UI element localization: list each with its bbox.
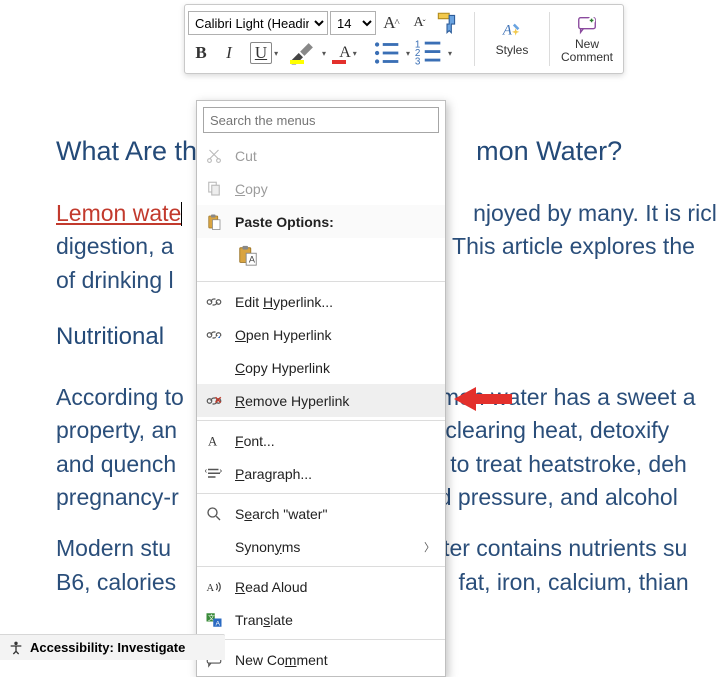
bullets-icon <box>370 36 404 70</box>
menu-paragraph[interactable]: Paragraph... <box>197 457 445 490</box>
search-icon <box>203 503 225 525</box>
copy-icon <box>203 178 225 200</box>
paste-options-tray: A <box>197 238 445 278</box>
menu-edit-hyperlink[interactable]: Edit Hyperlink... <box>197 285 445 318</box>
new-comment-button[interactable]: New Comment <box>554 8 620 70</box>
bold-button[interactable]: B <box>188 40 214 66</box>
styles-button[interactable]: A Styles <box>479 8 545 70</box>
accessibility-icon <box>8 640 24 656</box>
svg-text:3: 3 <box>415 56 421 67</box>
open-hyperlink-icon <box>203 324 225 346</box>
blank-icon <box>203 536 225 558</box>
highlight-button[interactable]: ▾ <box>286 40 326 66</box>
mini-toolbar: Calibri Light (Heading 14 A^ Aˇ B I U▾ <box>184 4 624 74</box>
remove-hyperlink-icon <box>203 390 225 412</box>
svg-text:A: A <box>207 582 215 593</box>
numbering-icon: 123 <box>412 36 446 70</box>
font-size-select[interactable]: 14 <box>330 11 376 35</box>
menu-paste-options-header: Paste Options: <box>197 205 445 238</box>
context-menu: Cut Copy Paste Options: A Edit Hyperlink… <box>196 100 446 677</box>
numbering-button[interactable]: 123 ▾ <box>412 40 452 66</box>
menu-search-box[interactable] <box>203 107 439 133</box>
svg-text:A: A <box>502 23 512 39</box>
styles-icon: A <box>501 20 523 42</box>
font-color-button[interactable]: A ▾ <box>328 40 368 66</box>
menu-font[interactable]: A Font... <box>197 424 445 457</box>
italic-button[interactable]: I <box>216 40 242 66</box>
underline-button[interactable]: U▾ <box>244 40 284 66</box>
menu-cut[interactable]: Cut <box>197 139 445 172</box>
cut-icon <box>203 145 225 167</box>
paste-keep-text-only[interactable]: A <box>233 242 263 270</box>
svg-text:A: A <box>208 434 218 448</box>
edit-hyperlink-icon <box>203 291 225 313</box>
format-painter-icon <box>434 10 460 36</box>
styles-label: Styles <box>496 44 529 57</box>
menu-read-aloud[interactable]: A Read Aloud <box>197 570 445 603</box>
read-aloud-icon: A <box>203 576 225 598</box>
menu-search-water[interactable]: Search "water" <box>197 497 445 530</box>
new-comment-icon <box>576 14 598 36</box>
paste-icon <box>203 211 225 233</box>
menu-copy-hyperlink[interactable]: Copy Hyperlink <box>197 351 445 384</box>
grow-font-button[interactable]: A^ <box>378 10 404 36</box>
new-comment-label: New Comment <box>561 38 613 64</box>
chevron-right-icon: 〉 <box>424 539 435 555</box>
font-icon: A <box>203 430 225 452</box>
format-painter-button[interactable] <box>434 10 460 36</box>
highlight-icon <box>286 36 320 70</box>
menu-open-hyperlink[interactable]: Open Hyperlink <box>197 318 445 351</box>
paragraph-icon <box>203 463 225 485</box>
font-family-select[interactable]: Calibri Light (Heading <box>188 11 328 35</box>
blank-icon <box>203 357 225 379</box>
svg-text:A: A <box>216 620 221 627</box>
status-bar: Accessibility: Investigate <box>0 634 225 660</box>
menu-synonyms[interactable]: Synonyms 〉 <box>197 530 445 563</box>
text-cursor <box>181 202 182 226</box>
svg-text:A: A <box>249 254 256 264</box>
menu-copy[interactable]: Copy <box>197 172 445 205</box>
accessibility-status[interactable]: Accessibility: Investigate <box>30 640 185 655</box>
bullets-button[interactable]: ▾ <box>370 40 410 66</box>
translate-icon: 文A <box>203 609 225 631</box>
hyperlink-lemon-water[interactable]: Lemon wate <box>56 200 181 226</box>
menu-translate[interactable]: 文A Translate <box>197 603 445 636</box>
menu-search-input[interactable] <box>210 113 432 128</box>
menu-remove-hyperlink[interactable]: Remove Hyperlink <box>197 384 445 417</box>
shrink-font-button[interactable]: Aˇ <box>406 10 432 36</box>
